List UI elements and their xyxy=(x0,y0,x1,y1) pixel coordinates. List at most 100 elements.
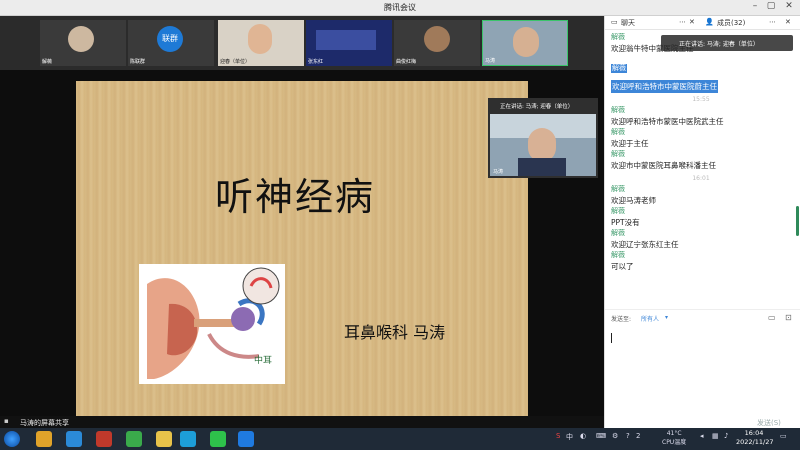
message-text: 欢迎于主任 xyxy=(611,139,649,148)
close-chat-icon[interactable]: ✕ xyxy=(689,18,695,26)
time: 16:04 xyxy=(744,429,764,437)
tray-icon[interactable]: ◐ xyxy=(580,432,586,440)
chat-panel: ▭ 聊天 ⋯ ✕ 👤 成员(32) ⋯ ✕ 正在讲话: 马涛; 迎春（单位） 解… xyxy=(604,16,800,428)
message-sender: 解薇 xyxy=(611,229,625,237)
message-sender: 解薇 xyxy=(611,150,625,158)
clock[interactable]: 16:04 2022/11/27 xyxy=(736,429,774,447)
chat-icon: ▭ xyxy=(611,18,618,26)
diagram-label: 中耳 xyxy=(254,354,272,366)
message-timestamp: 15:55 xyxy=(692,96,710,103)
members-more-icon[interactable]: ⋯ xyxy=(769,18,776,26)
message-sender: 解薇 xyxy=(611,207,625,215)
close-members-icon[interactable]: ✕ xyxy=(785,18,791,26)
file-explorer-icon[interactable] xyxy=(36,431,52,447)
tab-chat[interactable]: 聊天 xyxy=(621,18,635,28)
message-text: 欢迎市中蒙医院耳鼻喉科潘主任 xyxy=(611,161,716,170)
speaker-face xyxy=(528,128,556,162)
participant-tile[interactable]: 曲俊红梅 xyxy=(394,20,480,66)
send-button[interactable]: 发送(S) xyxy=(757,418,781,428)
help-icon[interactable]: ? xyxy=(626,432,630,440)
notification-center-icon[interactable]: ▭ xyxy=(780,432,787,440)
text-caret xyxy=(611,333,612,343)
tencent-meeting-icon[interactable] xyxy=(238,431,254,447)
tray-icon[interactable]: ⚙ xyxy=(612,432,618,440)
screenshot-icon[interactable]: ⊡ xyxy=(785,313,792,322)
avatar: 联群 xyxy=(157,26,183,52)
slide-title: 听神经病 xyxy=(215,175,376,219)
speaking-indicator: 正在讲话: 马涛; 迎春（单位） xyxy=(488,98,598,113)
message-sender: 解薇 xyxy=(611,185,625,193)
tab-members[interactable]: 成员(32) xyxy=(717,18,745,28)
share-icon[interactable]: ▪ xyxy=(4,417,9,425)
participant-tile[interactable]: 张东红 xyxy=(306,20,392,66)
cpu-label: CPU温度 xyxy=(662,439,687,446)
share-label: 马涛的屏幕共享 xyxy=(20,419,69,427)
participant-name: 马涛 xyxy=(485,58,496,64)
message-text: 欢迎呼和浩特市中蒙医院蔚主任 xyxy=(611,80,718,93)
participant-name: 张东红 xyxy=(308,59,324,65)
chevron-down-icon[interactable]: ▾ xyxy=(665,314,668,321)
more-icon[interactable]: ⋯ xyxy=(679,18,686,26)
participant-name: 迎春（单位） xyxy=(220,59,251,65)
ime-indicator[interactable]: 中 xyxy=(566,432,573,442)
message-text: 可以了 xyxy=(611,262,634,271)
speaker-name: 马涛 xyxy=(493,169,504,175)
participant-name: 解薇 xyxy=(42,59,53,65)
message-text: 欢迎辽宁张东红主任 xyxy=(611,240,679,249)
message-sender: 解薇 xyxy=(611,128,625,136)
temperature: 41°C xyxy=(666,430,682,437)
title-bar: 腾讯会议 – ▢ ✕ xyxy=(0,0,800,16)
ie-icon[interactable] xyxy=(126,431,142,447)
app-icon[interactable] xyxy=(96,431,112,447)
maximize-icon[interactable]: ▢ xyxy=(764,1,778,11)
message-sender: 解薇 xyxy=(611,106,625,114)
avatar xyxy=(68,26,94,52)
close-icon[interactable]: ✕ xyxy=(782,1,796,11)
sogou-icon[interactable]: S xyxy=(556,432,560,440)
chat-scrollbar[interactable] xyxy=(796,206,799,236)
windows-taskbar: S 中 ◐ ⌨ ⚙ ? 2 41°C CPU温度 ◂ ▦ ♪ 16:04 202… xyxy=(0,428,800,450)
start-button[interactable] xyxy=(4,431,20,447)
ear-anatomy-image: 中耳 xyxy=(139,264,285,384)
folder-icon[interactable] xyxy=(156,431,172,447)
participant-name: 陈联群 xyxy=(130,59,146,65)
message-list: 解薇 欢迎翁牛特中蒙医院主任 解薇 欢迎呼和浩特市中蒙医院蔚主任 15:55 解… xyxy=(611,33,791,273)
date: 2022/11/27 xyxy=(736,438,774,446)
members-icon: 👤 xyxy=(705,18,714,26)
volume-icon[interactable]: ◂ xyxy=(700,432,704,440)
speaker-icon[interactable]: ♪ xyxy=(724,432,728,440)
message-sender: 解薇 xyxy=(611,251,625,259)
wechat-icon[interactable] xyxy=(210,431,226,447)
participant-tile[interactable]: 迎春（单位） xyxy=(218,20,304,66)
participant-video xyxy=(513,27,539,57)
slide-author: 耳鼻喉科 马涛 xyxy=(344,323,446,342)
speaker-video-pip[interactable]: 正在讲话: 马涛; 迎春（单位） 马涛 xyxy=(488,98,598,178)
browser-icon[interactable] xyxy=(66,431,82,447)
folder-icon[interactable]: ▭ xyxy=(768,313,776,322)
iqiyi-icon[interactable] xyxy=(180,431,196,447)
speaker-video: 马涛 xyxy=(490,114,596,176)
notification-count: 2 xyxy=(636,432,641,440)
window-title: 腾讯会议 xyxy=(384,3,416,12)
keyboard-icon[interactable]: ⌨ xyxy=(596,432,606,440)
message-timestamp: 16:01 xyxy=(692,175,710,182)
speaker-body xyxy=(518,158,566,176)
message-text: 欢迎呼和浩特市蒙医中医院武主任 xyxy=(611,117,724,126)
cpu-temp: 41°C CPU温度 xyxy=(662,429,686,447)
participant-tile[interactable]: 马涛 xyxy=(482,20,568,66)
shared-screen: 听神经病 中耳 耳鼻喉科 马涛 正在讲话: 马涛; 迎春（单位） 马涛 xyxy=(0,70,604,421)
message-input[interactable] xyxy=(605,327,800,417)
send-to-label: 发送至: xyxy=(611,316,632,323)
meeting-window: 腾讯会议 – ▢ ✕ 解薇 联群 陈联群 迎春（单位） 张东红 曲俊红梅 马涛 xyxy=(0,0,800,450)
participant-tile[interactable]: 解薇 xyxy=(40,20,126,66)
screen-share-bar: ▪ 马涛的屏幕共享 xyxy=(0,416,604,428)
participant-tile[interactable]: 联群 陈联群 xyxy=(128,20,214,66)
participant-video xyxy=(248,24,272,54)
network-icon[interactable]: ▦ xyxy=(712,432,719,440)
speaking-banner: 正在讲话: 马涛; 迎春（单位） xyxy=(661,35,793,51)
message-text: PPT没有 xyxy=(611,218,640,227)
participant-name: 曲俊红梅 xyxy=(396,59,417,65)
recipient-dropdown[interactable]: 所有人 xyxy=(641,314,659,323)
minimize-icon[interactable]: – xyxy=(748,1,762,11)
message-sender: 解薇 xyxy=(611,64,627,73)
